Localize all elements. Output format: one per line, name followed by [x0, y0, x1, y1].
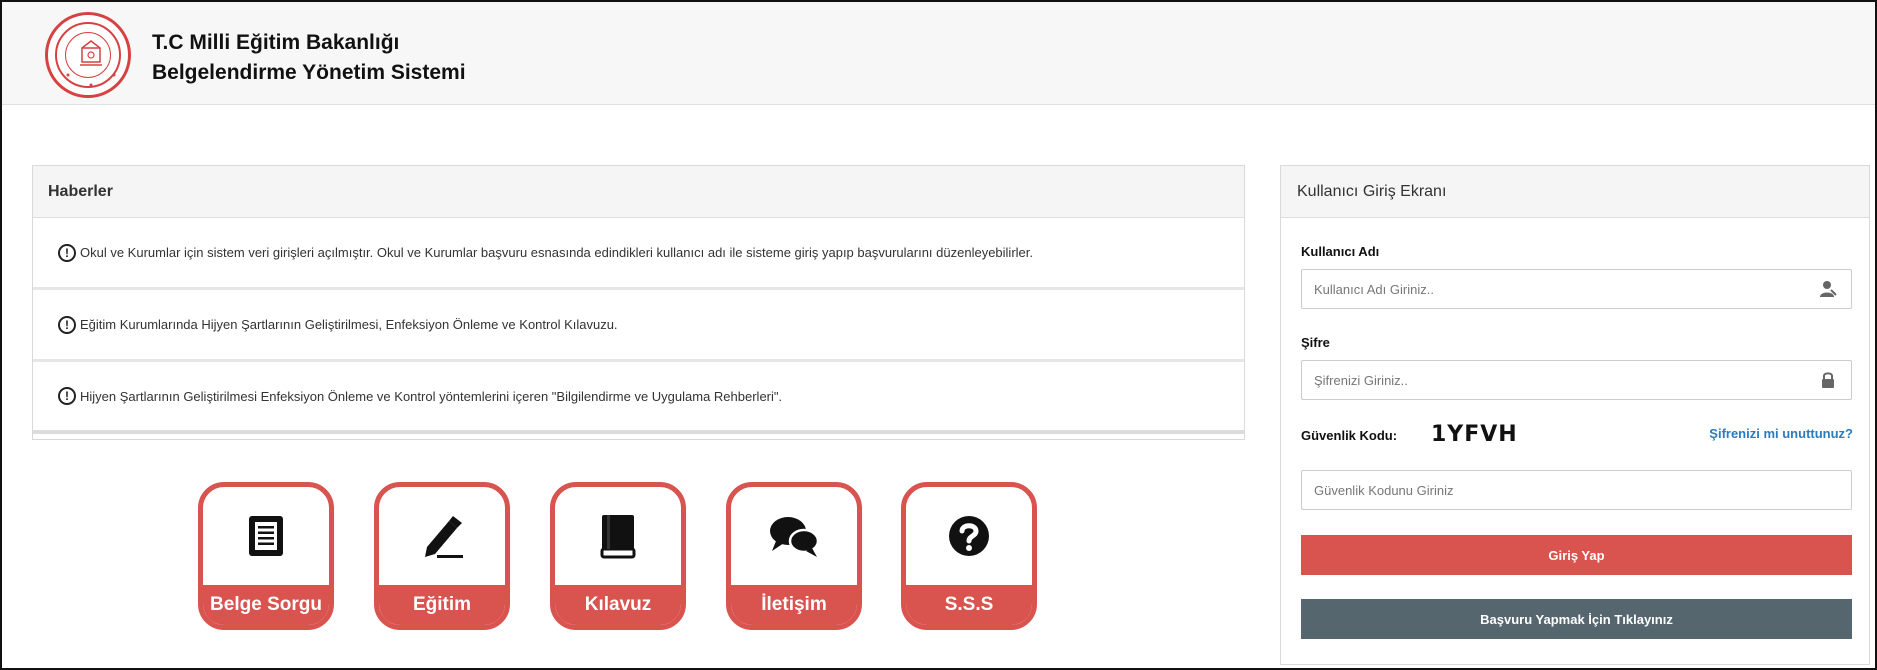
document-list-icon	[249, 516, 283, 556]
news-item[interactable]: ! Okul ve Kurumlar için sistem veri giri…	[33, 218, 1244, 290]
tile-iletisim[interactable]: İletişim	[726, 482, 862, 630]
news-item[interactable]: ! Eğitim Kurumlarında Hijyen Şartlarının…	[33, 290, 1244, 362]
tile-label: Eğitim	[379, 585, 505, 625]
tile-sss[interactable]: S.S.S	[901, 482, 1037, 630]
user-icon	[1820, 281, 1837, 297]
news-item-text: Eğitim Kurumlarında Hijyen Şartlarının G…	[80, 317, 618, 332]
logo-emblem-icon	[66, 40, 116, 87]
tile-kilavuz[interactable]: Kılavuz	[550, 482, 686, 630]
password-input[interactable]	[1301, 360, 1852, 400]
exclamation-circle-icon: !	[58, 315, 76, 334]
tile-label: İletişim	[731, 585, 857, 625]
exclamation-circle-icon: !	[58, 387, 76, 405]
chat-bubbles-icon	[770, 517, 820, 557]
login-panel-title: Kullanıcı Giriş Ekranı	[1281, 166, 1869, 218]
header-title: T.C Milli Eğitim Bakanlığı	[152, 31, 400, 54]
header-titles: T.C Milli Eğitim Bakanlığı Belgelendirme…	[152, 28, 466, 88]
tile-belge-sorgu[interactable]: Belge Sorgu	[198, 482, 334, 630]
username-label: Kullanıcı Adı	[1301, 244, 1380, 259]
captcha-label: Güvenlik Kodu:	[1301, 428, 1398, 443]
login-button[interactable]: Giriş Yap	[1301, 535, 1852, 575]
news-item-text: Okul ve Kurumlar için sistem veri girişl…	[80, 245, 1033, 260]
book-icon	[600, 515, 636, 559]
apply-button[interactable]: Başvuru Yapmak İçin Tıklayınız	[1301, 599, 1852, 639]
header-subtitle: Belgelendirme Yönetim Sistemi	[152, 61, 466, 84]
lock-icon	[1822, 372, 1834, 388]
tile-label: S.S.S	[906, 585, 1032, 625]
tile-label: Belge Sorgu	[203, 585, 329, 625]
ministry-logo	[45, 12, 131, 98]
forgot-password-link[interactable]: Şifrenizi mi unuttunuz?	[1709, 426, 1853, 441]
tile-label: Kılavuz	[555, 585, 681, 625]
news-item[interactable]: ! Hijyen Şartlarının Geliştirilmesi Enfe…	[33, 362, 1244, 434]
captcha-code: 1YFVH	[1431, 422, 1518, 447]
news-panel-title: Haberler	[33, 166, 1244, 218]
news-panel: Haberler ! Okul ve Kurumlar için sistem …	[32, 165, 1245, 440]
login-panel: Kullanıcı Giriş Ekranı Kullanıcı Adı Şif…	[1280, 165, 1870, 665]
news-item-text: Hijyen Şartlarının Geliştirilmesi Enfeks…	[80, 388, 783, 404]
page-header: T.C Milli Eğitim Bakanlığı Belgelendirme…	[2, 2, 1875, 105]
exclamation-circle-icon: !	[58, 243, 76, 262]
password-label: Şifre	[1301, 335, 1330, 350]
username-input[interactable]	[1301, 269, 1852, 309]
pencil-icon	[425, 516, 463, 558]
tile-egitim[interactable]: Eğitim	[374, 482, 510, 630]
captcha-input[interactable]	[1301, 470, 1852, 510]
question-circle-icon	[949, 516, 989, 556]
